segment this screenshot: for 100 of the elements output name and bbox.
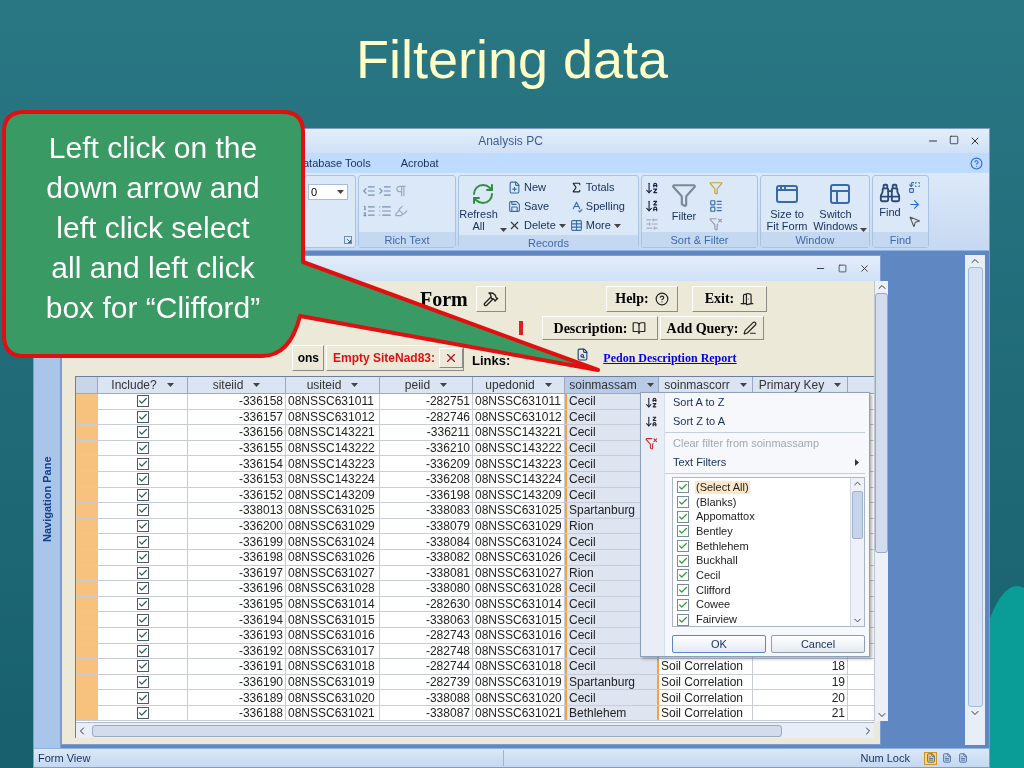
- checkbox[interactable]: [136, 598, 149, 610]
- table-cell: -336154: [188, 456, 286, 471]
- font-size-dropdown[interactable]: 0: [308, 184, 348, 200]
- checkbox[interactable]: [136, 676, 149, 688]
- checkbox[interactable]: [136, 473, 149, 486]
- scroll-thumb[interactable]: [852, 491, 863, 539]
- menu-item[interactable]: Sort A to Z: [665, 393, 865, 412]
- value-option[interactable]: Buckhall: [695, 554, 739, 568]
- checkbox[interactable]: [136, 442, 149, 455]
- checkbox[interactable]: [677, 554, 689, 567]
- checkbox[interactable]: [677, 525, 689, 538]
- ribbon-button[interactable]: Filter: [663, 178, 705, 232]
- view-button[interactable]: [924, 751, 937, 765]
- view-button[interactable]: [956, 751, 969, 765]
- checkbox[interactable]: [136, 629, 149, 642]
- checkbox[interactable]: [136, 613, 149, 626]
- column-header[interactable]: peiid: [380, 377, 473, 393]
- ribbon-button[interactable]: Size to Fit Form: [764, 178, 810, 232]
- ribbon-button[interactable]: Spelling: [569, 197, 625, 216]
- column-header[interactable]: siteiid: [188, 377, 286, 393]
- checkbox[interactable]: [136, 691, 149, 704]
- checkbox[interactable]: [136, 535, 149, 548]
- value-option[interactable]: Cowee: [695, 598, 732, 612]
- close-icon[interactable]: [969, 135, 981, 147]
- value-option[interactable]: (Blanks): [695, 495, 738, 509]
- navigation-pane-label[interactable]: Navigation Pane: [38, 456, 56, 543]
- checkbox[interactable]: [677, 613, 689, 626]
- description-button[interactable]: Description:: [542, 316, 658, 340]
- delete-button[interactable]: [439, 348, 463, 368]
- new-record-icon: [508, 181, 521, 194]
- checkbox[interactable]: [136, 426, 149, 439]
- checkbox[interactable]: [136, 707, 149, 720]
- value-option[interactable]: Appomattox: [695, 510, 756, 524]
- ribbon-button[interactable]: Totals: [569, 178, 625, 197]
- table-cell: 08NSSC631028: [286, 581, 380, 596]
- checkbox[interactable]: [136, 457, 149, 470]
- table-cell: -282744: [380, 659, 473, 674]
- column-header[interactable]: usiteid: [286, 377, 380, 393]
- checkbox[interactable]: [136, 395, 149, 408]
- vertical-scrollbar[interactable]: [965, 255, 985, 745]
- value-option[interactable]: (Select All): [695, 480, 750, 494]
- value-option[interactable]: Fairview: [695, 613, 738, 626]
- checkbox[interactable]: [136, 488, 149, 501]
- ribbon-button[interactable]: More: [569, 216, 625, 235]
- options-button[interactable]: ons: [292, 345, 324, 371]
- value-option[interactable]: Bethlehem: [695, 539, 750, 553]
- checkbox[interactable]: [677, 569, 689, 582]
- checkbox[interactable]: [136, 660, 149, 673]
- ribbon-button[interactable]: Find: [876, 178, 904, 232]
- checkbox[interactable]: [136, 410, 149, 423]
- checkbox[interactable]: [677, 496, 689, 509]
- column-header[interactable]: Include?: [98, 377, 188, 393]
- horizontal-scroll-thumb[interactable]: [92, 724, 782, 737]
- checkbox[interactable]: [677, 598, 689, 611]
- help-button[interactable]: Help:: [606, 285, 678, 312]
- value-option[interactable]: Clifford: [695, 583, 732, 597]
- group-label: Window: [761, 232, 869, 247]
- checkbox[interactable]: [677, 584, 689, 597]
- ribbon-tab[interactable]: atabase Tools: [301, 154, 373, 172]
- checkbox[interactable]: [677, 510, 689, 523]
- value-option[interactable]: Bentley: [695, 524, 734, 538]
- checkbox[interactable]: [677, 481, 689, 494]
- checkbox[interactable]: [677, 540, 689, 553]
- table-cell: -338087: [380, 705, 473, 721]
- ribbon-button[interactable]: Switch Windows: [814, 178, 866, 232]
- column-header[interactable]: soinmassam: [565, 377, 659, 393]
- checkbox[interactable]: [136, 644, 149, 657]
- ribbon-button[interactable]: New: [508, 178, 566, 197]
- checkbox[interactable]: [136, 566, 149, 579]
- maximize-icon[interactable]: [838, 264, 847, 273]
- dialog-button[interactable]: Cancel: [771, 635, 865, 653]
- table-cell: -338083: [380, 503, 473, 518]
- checkbox[interactable]: [136, 551, 149, 564]
- go-to-icon: [908, 198, 921, 211]
- exit-button[interactable]: Exit:: [692, 285, 767, 312]
- value-option[interactable]: Cecil: [695, 568, 722, 582]
- table-cell: 18: [753, 659, 848, 674]
- table-cell: -282751: [380, 394, 473, 409]
- dialog-button[interactable]: OK: [672, 635, 766, 653]
- checkbox[interactable]: [136, 504, 149, 517]
- ribbon-button[interactable]: Save: [508, 197, 566, 216]
- add-query-button[interactable]: Add Query:: [660, 316, 764, 340]
- vertical-scrollbar[interactable]: [874, 281, 888, 721]
- table-cell: 08NSSC631021: [286, 705, 380, 721]
- tools-button[interactable]: [476, 285, 506, 312]
- ribbon-button[interactable]: Delete: [508, 216, 566, 235]
- advanced-filter-icon: [709, 199, 723, 213]
- view-button[interactable]: [940, 751, 953, 765]
- maximize-icon[interactable]: [949, 135, 959, 145]
- launcher-icon[interactable]: [344, 235, 352, 244]
- close-icon[interactable]: [859, 263, 870, 274]
- report-icon[interactable]: [576, 347, 590, 361]
- checkbox[interactable]: [136, 582, 149, 595]
- ribbon-button[interactable]: Refresh All: [462, 178, 504, 235]
- help-icon[interactable]: [970, 156, 983, 170]
- ribbon-tab[interactable]: Acrobat: [398, 154, 441, 172]
- checkbox[interactable]: [136, 520, 149, 533]
- report-link[interactable]: Pedon Description Report: [603, 349, 737, 367]
- menu-item[interactable]: Text Filters: [665, 453, 865, 472]
- menu-item[interactable]: Sort Z to A: [665, 412, 865, 431]
